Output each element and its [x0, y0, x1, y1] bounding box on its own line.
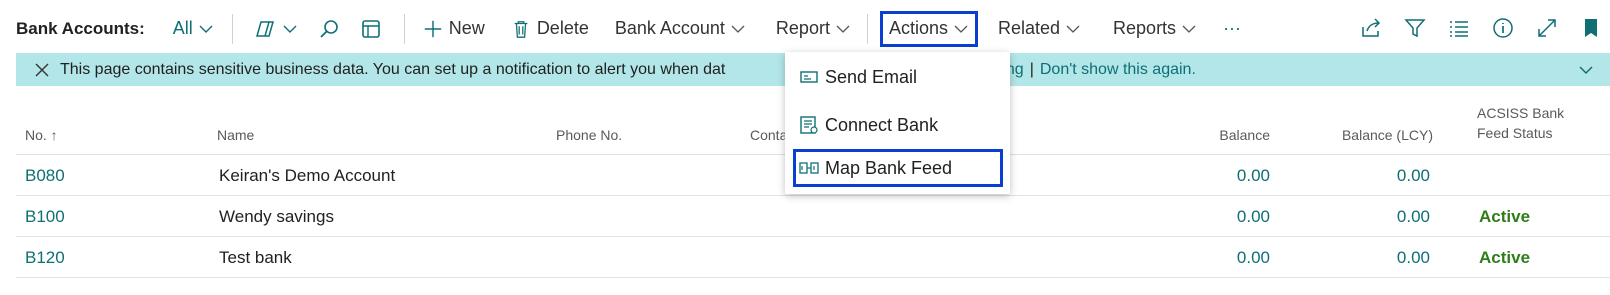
info-icon — [1493, 18, 1513, 38]
balance-value[interactable]: 0.00 — [1237, 166, 1270, 186]
email-icon — [800, 71, 818, 83]
bank-account-menu[interactable]: Bank Account — [609, 11, 752, 47]
list-view-button[interactable] — [1437, 10, 1481, 46]
column-header-name[interactable]: Name — [217, 127, 254, 143]
notification-message: This page contains sensitive business da… — [60, 60, 726, 78]
actions-menu[interactable]: Actions — [879, 10, 978, 47]
account-no-link[interactable]: B100 — [25, 207, 65, 227]
menu-item-label: Connect Bank — [825, 114, 939, 135]
new-button[interactable]: New — [417, 11, 491, 47]
info-button[interactable] — [1481, 10, 1525, 46]
table-row[interactable]: B120 Test bank 0.00 0.00 Active — [16, 237, 1610, 278]
toolbar-divider — [231, 13, 233, 44]
plus-icon — [424, 20, 441, 37]
feed-status-header-line1: ACSISS Bank — [1477, 105, 1565, 121]
menu-item-label: Send Email — [825, 66, 918, 87]
account-name: Keiran's Demo Account — [219, 166, 396, 185]
chevron-down-icon — [283, 25, 297, 33]
bank-connect-icon — [800, 116, 818, 134]
menu-item-label: Map Bank Feed — [825, 157, 953, 178]
copilot-button[interactable] — [245, 11, 308, 47]
chevron-down-icon[interactable] — [1578, 62, 1594, 78]
chevron-down-icon — [1066, 25, 1080, 33]
dont-show-again-link[interactable]: Don't show this again. — [1040, 61, 1196, 79]
toolbar-divider — [866, 13, 868, 44]
balance-value[interactable]: 0.00 — [1237, 248, 1270, 268]
more-options-icon: ··· — [1223, 18, 1242, 38]
search-button[interactable] — [308, 11, 350, 47]
column-header-phone[interactable]: Phone No. — [556, 127, 622, 143]
feed-status: Active — [1479, 248, 1531, 267]
expand-icon — [1538, 19, 1556, 37]
expand-button[interactable] — [1525, 10, 1569, 46]
bank-account-label: Bank Account — [614, 18, 725, 38]
more-options-button[interactable]: ··· — [1217, 11, 1247, 47]
account-name: Wendy savings — [219, 207, 334, 226]
reports-menu[interactable]: Reports — [1107, 11, 1203, 47]
search-icon — [320, 19, 338, 38]
menu-item-map-bank-feed[interactable]: Map Bank Feed — [793, 149, 1003, 187]
list-icon — [1450, 21, 1468, 37]
report-menu[interactable]: Report — [770, 11, 857, 47]
chevron-down-icon — [1182, 25, 1196, 33]
balance-lcy-value[interactable]: 0.00 — [1397, 166, 1430, 186]
page-title: Bank Accounts: — [16, 18, 145, 38]
menu-item-send-email[interactable]: Send Email — [793, 58, 1003, 96]
share-button[interactable] — [1349, 10, 1393, 46]
trash-icon — [514, 20, 528, 38]
column-header-no[interactable]: No. ↑ — [25, 127, 58, 143]
view-filter-dropdown[interactable]: All — [167, 11, 220, 47]
related-label: Related — [997, 18, 1061, 38]
related-menu[interactable]: Related — [992, 11, 1087, 47]
page-options — [1349, 10, 1610, 46]
filter-icon — [1404, 19, 1426, 38]
toolbar-divider — [403, 13, 405, 44]
column-header-feed-status[interactable]: ACSISS Bank Feed Status — [1477, 103, 1564, 143]
feed-status-header-line2: Feed Status — [1477, 125, 1553, 141]
column-header-balance[interactable]: Balance — [1219, 127, 1270, 143]
column-header-contact[interactable]: Conta — [750, 127, 787, 143]
account-no-link[interactable]: B080 — [25, 166, 65, 186]
account-no-link[interactable]: B120 — [25, 248, 65, 268]
chevron-down-icon — [199, 25, 213, 33]
report-label: Report — [775, 18, 830, 38]
chevron-down-icon — [836, 25, 850, 33]
filter-button[interactable] — [1393, 10, 1437, 46]
chevron-down-icon — [731, 25, 745, 33]
bank-feed-map-icon — [799, 162, 819, 174]
view-filter-label: All — [172, 18, 193, 38]
bookmark-icon — [1585, 19, 1597, 37]
analysis-mode-button[interactable] — [350, 11, 392, 47]
account-name: Test bank — [219, 248, 292, 267]
balance-lcy-value[interactable]: 0.00 — [1397, 248, 1430, 268]
delete-label: Delete — [536, 18, 589, 38]
balance-value[interactable]: 0.00 — [1237, 207, 1270, 227]
column-header-balance-lcy[interactable]: Balance (LCY) — [1342, 127, 1433, 143]
copilot-icon — [255, 20, 274, 37]
link-separator: | — [1029, 60, 1034, 78]
feed-status: Active — [1479, 207, 1531, 226]
delete-button[interactable]: Delete — [505, 11, 595, 47]
menu-item-connect-bank[interactable]: Connect Bank — [793, 106, 1003, 144]
reports-label: Reports — [1113, 18, 1177, 38]
actions-dropdown-menu: Send Email Connect Bank Map Bank Feed — [785, 52, 1010, 194]
share-icon — [1362, 18, 1381, 37]
analysis-icon — [361, 19, 380, 38]
chevron-down-icon — [954, 25, 968, 33]
balance-lcy-value[interactable]: 0.00 — [1397, 207, 1430, 227]
bookmark-button[interactable] — [1569, 10, 1610, 46]
table-row[interactable]: B100 Wendy savings 0.00 0.00 Active — [16, 196, 1610, 237]
close-icon[interactable] — [34, 62, 50, 78]
new-label: New — [448, 18, 485, 38]
actions-label: Actions — [888, 18, 948, 38]
